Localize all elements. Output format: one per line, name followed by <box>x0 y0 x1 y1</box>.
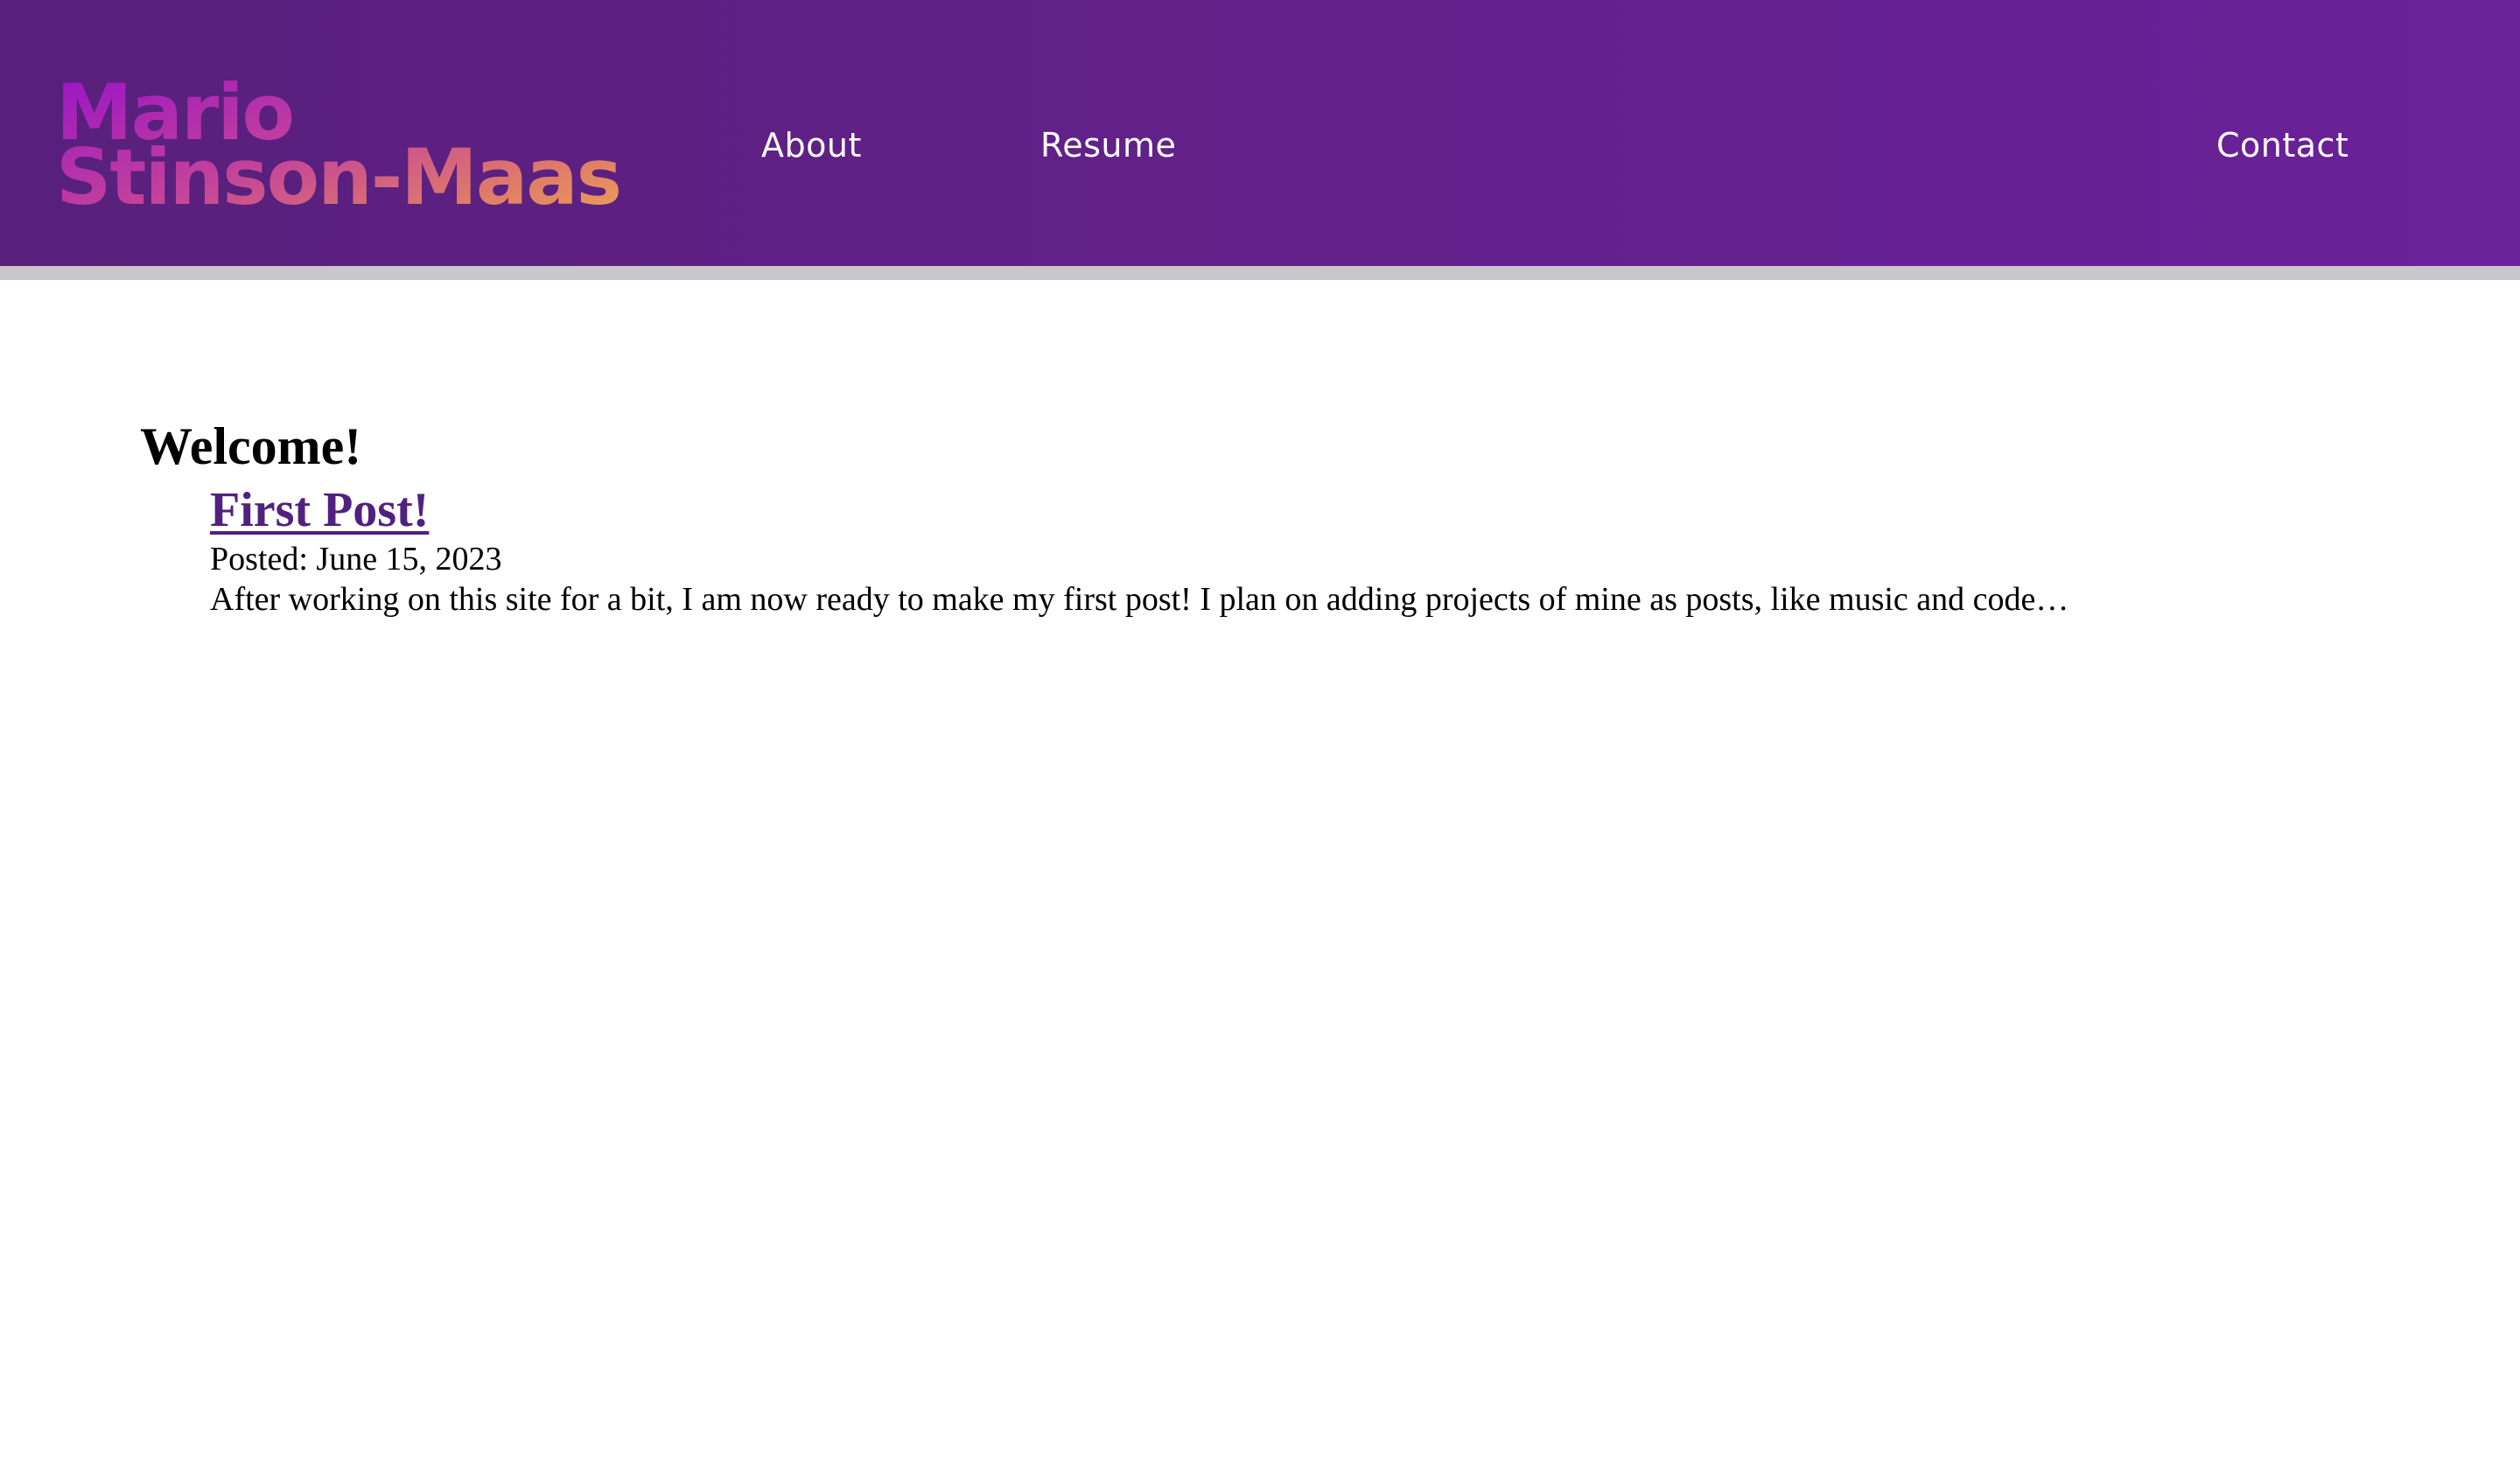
nav-link-resume[interactable]: Resume <box>1040 119 1176 172</box>
nav-link-contact[interactable]: Contact <box>2216 119 2348 172</box>
post-date: Posted: June 15, 2023 <box>210 541 502 578</box>
site-logo[interactable]: Mario Stinson-Maas <box>56 80 651 210</box>
page-title: Welcome! <box>140 417 362 475</box>
post-item: First Post! Posted: June 15, 2023 After … <box>210 481 2380 620</box>
post-excerpt: After working on this site for a bit, I … <box>210 581 2069 618</box>
header-divider <box>0 266 2520 280</box>
post-title-link[interactable]: First Post! <box>210 481 429 539</box>
nav-link-about[interactable]: About <box>761 119 862 172</box>
logo-last-name: Stinson-Maas <box>56 132 620 222</box>
site-header: Mario Stinson-Maas About Resume Contact <box>0 0 2520 266</box>
main-content: Welcome! First Post! Posted: June 15, 20… <box>140 411 2380 620</box>
